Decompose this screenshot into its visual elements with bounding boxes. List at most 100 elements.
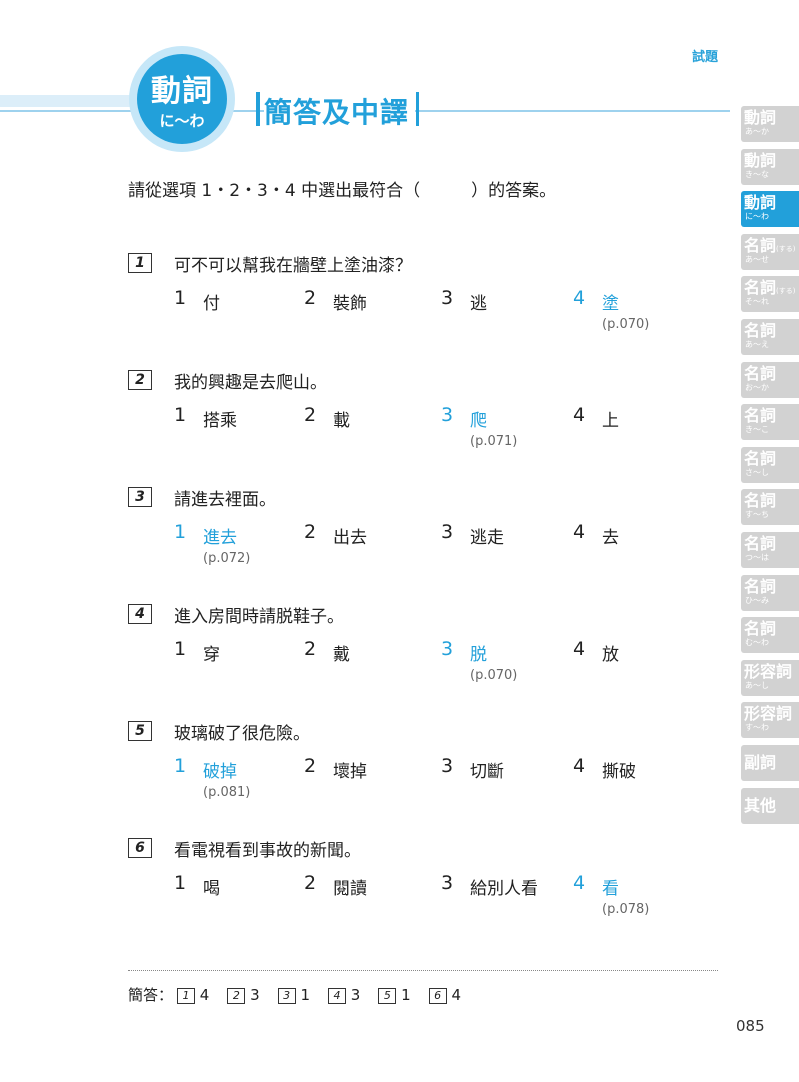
option-word: 付 [203,294,220,314]
instruction: 請從選項 1・2・3・4 中選出最符合（ ）的答案。 [128,181,557,201]
question-text: 玻璃破了很危險。 [174,724,310,744]
option-number: 1 [174,872,187,894]
badge-sub: に〜わ [159,112,205,130]
tab-label: 名詞 [744,363,777,383]
page-reference: (p.070) [470,668,518,683]
side-tab[interactable]: 名詞 あ〜え [741,319,799,355]
option-word: 破掉 [203,762,237,782]
badge-main: 動詞 [151,74,213,109]
tab-sublabel: さ〜し [745,467,769,477]
side-tab[interactable]: 副詞 [741,745,799,781]
question-3: 3 請進去裡面。 1 進去 (p.072) 2 出去 3 逃走 4 去 [128,487,718,597]
tab-label: 形容詞 [744,704,793,724]
page-reference: (p.072) [203,551,251,566]
question-6: 6 看電視看到事故的新聞。 1 喝 2 閱讀 3 給別人看 4 看 (p.078) [128,838,718,948]
answer-question-number: 4 [328,988,346,1004]
option-word: 進去 [203,528,237,548]
option-word: 上 [602,411,619,431]
answer-value: 4 [199,986,210,1004]
answer-item: 2 3 [223,986,260,1004]
answer-value: 3 [250,986,260,1004]
answer-question-number: 6 [428,988,447,1004]
tab-sublabel: あ〜せ [745,254,769,264]
side-tab[interactable]: 形容詞 す〜わ [741,702,799,739]
option-number: 2 [304,404,317,426]
option-number: 1 [174,287,187,309]
option-number: 2 [304,521,317,543]
tab-label: 副詞 [744,753,777,772]
answer-value: 3 [350,986,361,1004]
side-tab[interactable]: 名詞 き〜こ [741,404,799,441]
answer-key-label: 簡答： [128,986,174,1004]
answer-value: 4 [451,986,461,1004]
question-number: 5 [128,721,152,741]
side-tab[interactable]: 動詞 に〜わ [741,191,799,228]
question-text: 我的興趣是去爬山。 [174,373,327,393]
tab-sublabel: そ〜れ [745,297,769,307]
tab-sublabel: あ〜え [745,340,769,349]
option-number: 2 [304,287,317,309]
option-word: 給別人看 [470,879,538,899]
option-word: 脱 [470,645,487,665]
answer-item: 5 1 [374,986,411,1004]
answer-question-number: 2 [227,988,246,1004]
question-1: 1 可不可以幫我在牆壁上塗油漆？ 1 付 2 裝飾 3 逃 4 塗 (p.070) [128,253,718,363]
side-tab[interactable]: 名詞 む〜わ [741,617,799,654]
option-number: 2 [304,872,317,894]
side-tab[interactable]: 名詞 さ〜し [741,446,799,483]
side-tab[interactable]: 名詞(する) あ〜せ [741,233,799,270]
option-word: 出去 [333,528,367,548]
tab-sublabel: あ〜し [745,680,769,690]
answer-question-number: 1 [177,988,196,1004]
side-tab[interactable]: 名詞 お〜か [741,361,799,398]
tab-label: 動詞 [744,150,777,170]
option-word: 逃 [470,294,487,314]
tab-label: 其他 [744,795,777,815]
option-word: 喝 [203,879,220,899]
question-2: 2 我的興趣是去爬山。 1 搭乘 2 載 3 爬 (p.071) 4 上 [128,370,718,480]
side-tab[interactable]: 動詞 あ〜か [741,106,799,142]
side-tab[interactable]: 名詞 つ〜は [741,532,799,568]
option-number: 4 [573,287,586,309]
tab-sublabel: つ〜は [745,553,769,562]
answer-item: 6 4 [425,986,461,1004]
option-word: 看 [602,879,619,899]
page-number: 085 [736,1017,765,1035]
option-number: 4 [573,872,586,894]
tab-label: 名詞 [744,619,777,639]
tab-sublabel: す〜ち [745,510,769,520]
option-number: 3 [441,638,454,660]
option-number: 2 [304,638,317,660]
side-tab[interactable]: 形容詞 あ〜し [741,659,799,696]
tab-label: 名詞 [744,576,777,596]
option-word: 放 [602,645,619,665]
option-word: 爬 [470,411,487,431]
answer-divider [128,970,718,971]
question-number: 1 [128,253,152,273]
option-number: 4 [573,521,586,543]
tab-sublabel: き〜こ [745,425,769,435]
side-tab[interactable]: 名詞(する) そ〜れ [741,276,799,313]
answer-item: 1 4 [173,986,209,1004]
option-word: 壞掉 [333,762,367,782]
side-tab[interactable]: 動詞 き〜な [741,148,799,185]
tab-sublabel: ひ〜み [745,595,769,605]
page-title: 簡答及中譯 [264,91,416,131]
side-tab[interactable]: 名詞 す〜ち [741,489,799,526]
option-number: 4 [573,404,586,426]
tab-sublabel: む〜わ [745,638,769,648]
option-number: 4 [573,638,586,660]
section-label: 試題 [692,50,719,65]
option-number: 4 [573,755,586,777]
side-tab[interactable]: 其他 [741,787,799,824]
question-text: 可不可以幫我在牆壁上塗油漆？ [174,256,412,276]
option-word: 戴 [333,645,350,665]
answer-item: 4 3 [324,986,360,1004]
tab-label: 名詞 [744,491,777,511]
option-number: 1 [174,638,187,660]
side-tab[interactable]: 名詞 ひ〜み [741,574,799,611]
question-text: 進入房間時請脱鞋子。 [174,607,344,627]
tab-sublabel: に〜わ [745,212,769,222]
answer-question-number: 5 [378,988,397,1004]
option-word: 載 [333,411,350,431]
